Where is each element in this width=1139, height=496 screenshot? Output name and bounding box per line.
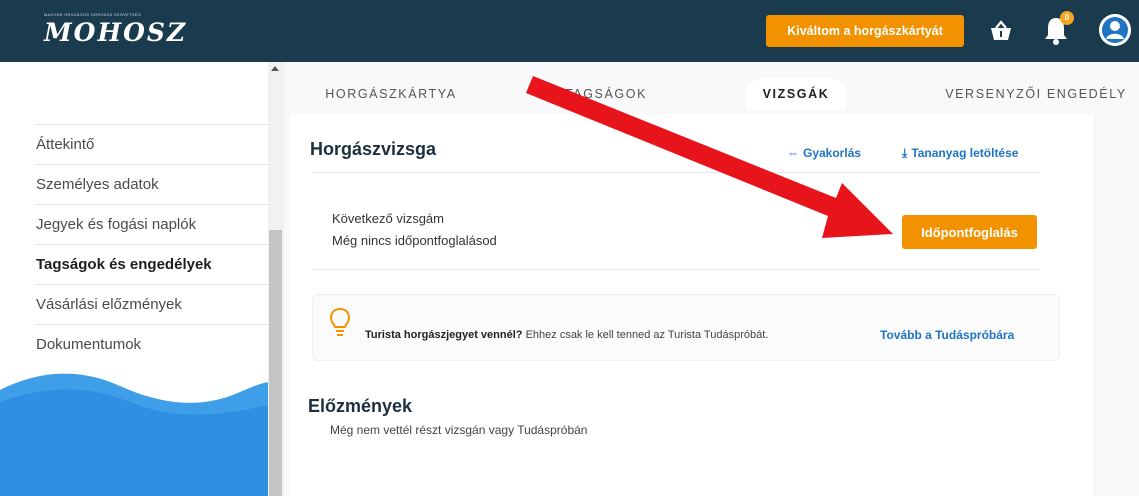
wave-decoration — [0, 373, 270, 496]
info-text: Turista horgászjegyet vennél? Ehhez csak… — [365, 329, 768, 341]
section-divider — [312, 269, 1039, 270]
main-area: HORGÁSZKÁRTYA TAGSÁGOK VIZSGÁK VERSENYZŐ… — [284, 62, 1139, 496]
tab-bar: HORGÁSZKÁRTYA TAGSÁGOK VIZSGÁK VERSENYZŐ… — [284, 62, 1139, 112]
book-appointment-button[interactable]: Időpontfoglalás — [902, 215, 1037, 249]
sidebar-item-overview[interactable]: Áttekintő — [36, 124, 270, 164]
practice-link-label: Gyakorlás — [803, 146, 862, 160]
tab-fishing-card[interactable]: HORGÁSZKÁRTYA — [306, 78, 476, 110]
practice-arrows-icon: ⇔ — [787, 146, 799, 160]
next-exam-value: Még nincs időpontfoglalásod — [332, 233, 497, 248]
section-divider — [312, 172, 1039, 173]
logo-tagline: MAGYAR ORSZÁGOS HORGÁSZ SZÖVETSÉG — [44, 12, 142, 17]
download-link-label: Tananyag letöltése — [911, 146, 1019, 160]
next-exam-label: Következő vizsgám — [332, 211, 444, 226]
tab-competitor-license[interactable]: VERSENYZŐI ENGEDÉLY — [936, 78, 1136, 110]
tab-exams[interactable]: VIZSGÁK — [746, 78, 846, 110]
sidebar-menu: Áttekintő Személyes adatok Jegyek és fog… — [36, 124, 270, 364]
lightbulb-icon — [329, 307, 351, 336]
exam-section-title: Horgászvizsga — [310, 139, 437, 159]
top-navigation-bar: MAGYAR ORSZÁGOS HORGÁSZ SZÖVETSÉG MOHOSZ… — [0, 0, 1139, 62]
history-section-title: Előzmények — [308, 396, 413, 416]
logo-text: MOHOSZ — [44, 18, 188, 47]
sidebar-item-documents[interactable]: Dokumentumok — [36, 324, 270, 364]
mohosz-logo[interactable]: MAGYAR ORSZÁGOS HORGÁSZ SZÖVETSÉG MOHOSZ — [44, 12, 188, 52]
download-material-link[interactable]: ⤓ Tananyag letöltése — [902, 146, 1018, 161]
sidebar-item-purchase-history[interactable]: Vásárlási előzmények — [36, 284, 270, 324]
basket-icon[interactable] — [988, 18, 1014, 44]
info-box: Turista horgászjegyet vennél? Ehhez csak… — [312, 294, 1060, 361]
notification-count-badge: 0 — [1060, 11, 1074, 25]
info-regular-text: Ehhez csak le kell tenned az Turista Tud… — [522, 329, 769, 341]
tab-memberships[interactable]: TAGSÁGOK — [546, 78, 666, 110]
history-empty-text: Még nem vettél részt vizsgán vagy Tudásp… — [330, 423, 588, 437]
skill-test-link[interactable]: Tovább a Tudáspróbára — [880, 328, 1014, 342]
scroll-up-arrow-icon[interactable] — [271, 66, 279, 71]
right-panel-edge — [1094, 114, 1139, 496]
exams-panel: Horgászvizsga ⇔ Gyakorlás ⤓ Tananyag letöl… — [290, 114, 1095, 496]
sidebar-item-tickets-logs[interactable]: Jegyek és fogási naplók — [36, 204, 270, 244]
sidebar-item-memberships[interactable]: Tagságok és engedélyek — [36, 244, 270, 284]
get-fishing-card-button[interactable]: Kiváltom a horgászkártyát — [766, 15, 964, 47]
info-bold-text: Turista horgászjegyet vennél? — [365, 329, 523, 341]
practice-link[interactable]: ⇔ Gyakorlás — [787, 146, 861, 160]
sidebar: Áttekintő Személyes adatok Jegyek és fog… — [0, 62, 270, 496]
scrollbar-thumb[interactable] — [269, 230, 282, 496]
sidebar-item-personal-data[interactable]: Személyes adatok — [36, 164, 270, 204]
user-avatar-icon[interactable] — [1099, 14, 1131, 46]
download-icon: ⤓ — [902, 146, 908, 160]
